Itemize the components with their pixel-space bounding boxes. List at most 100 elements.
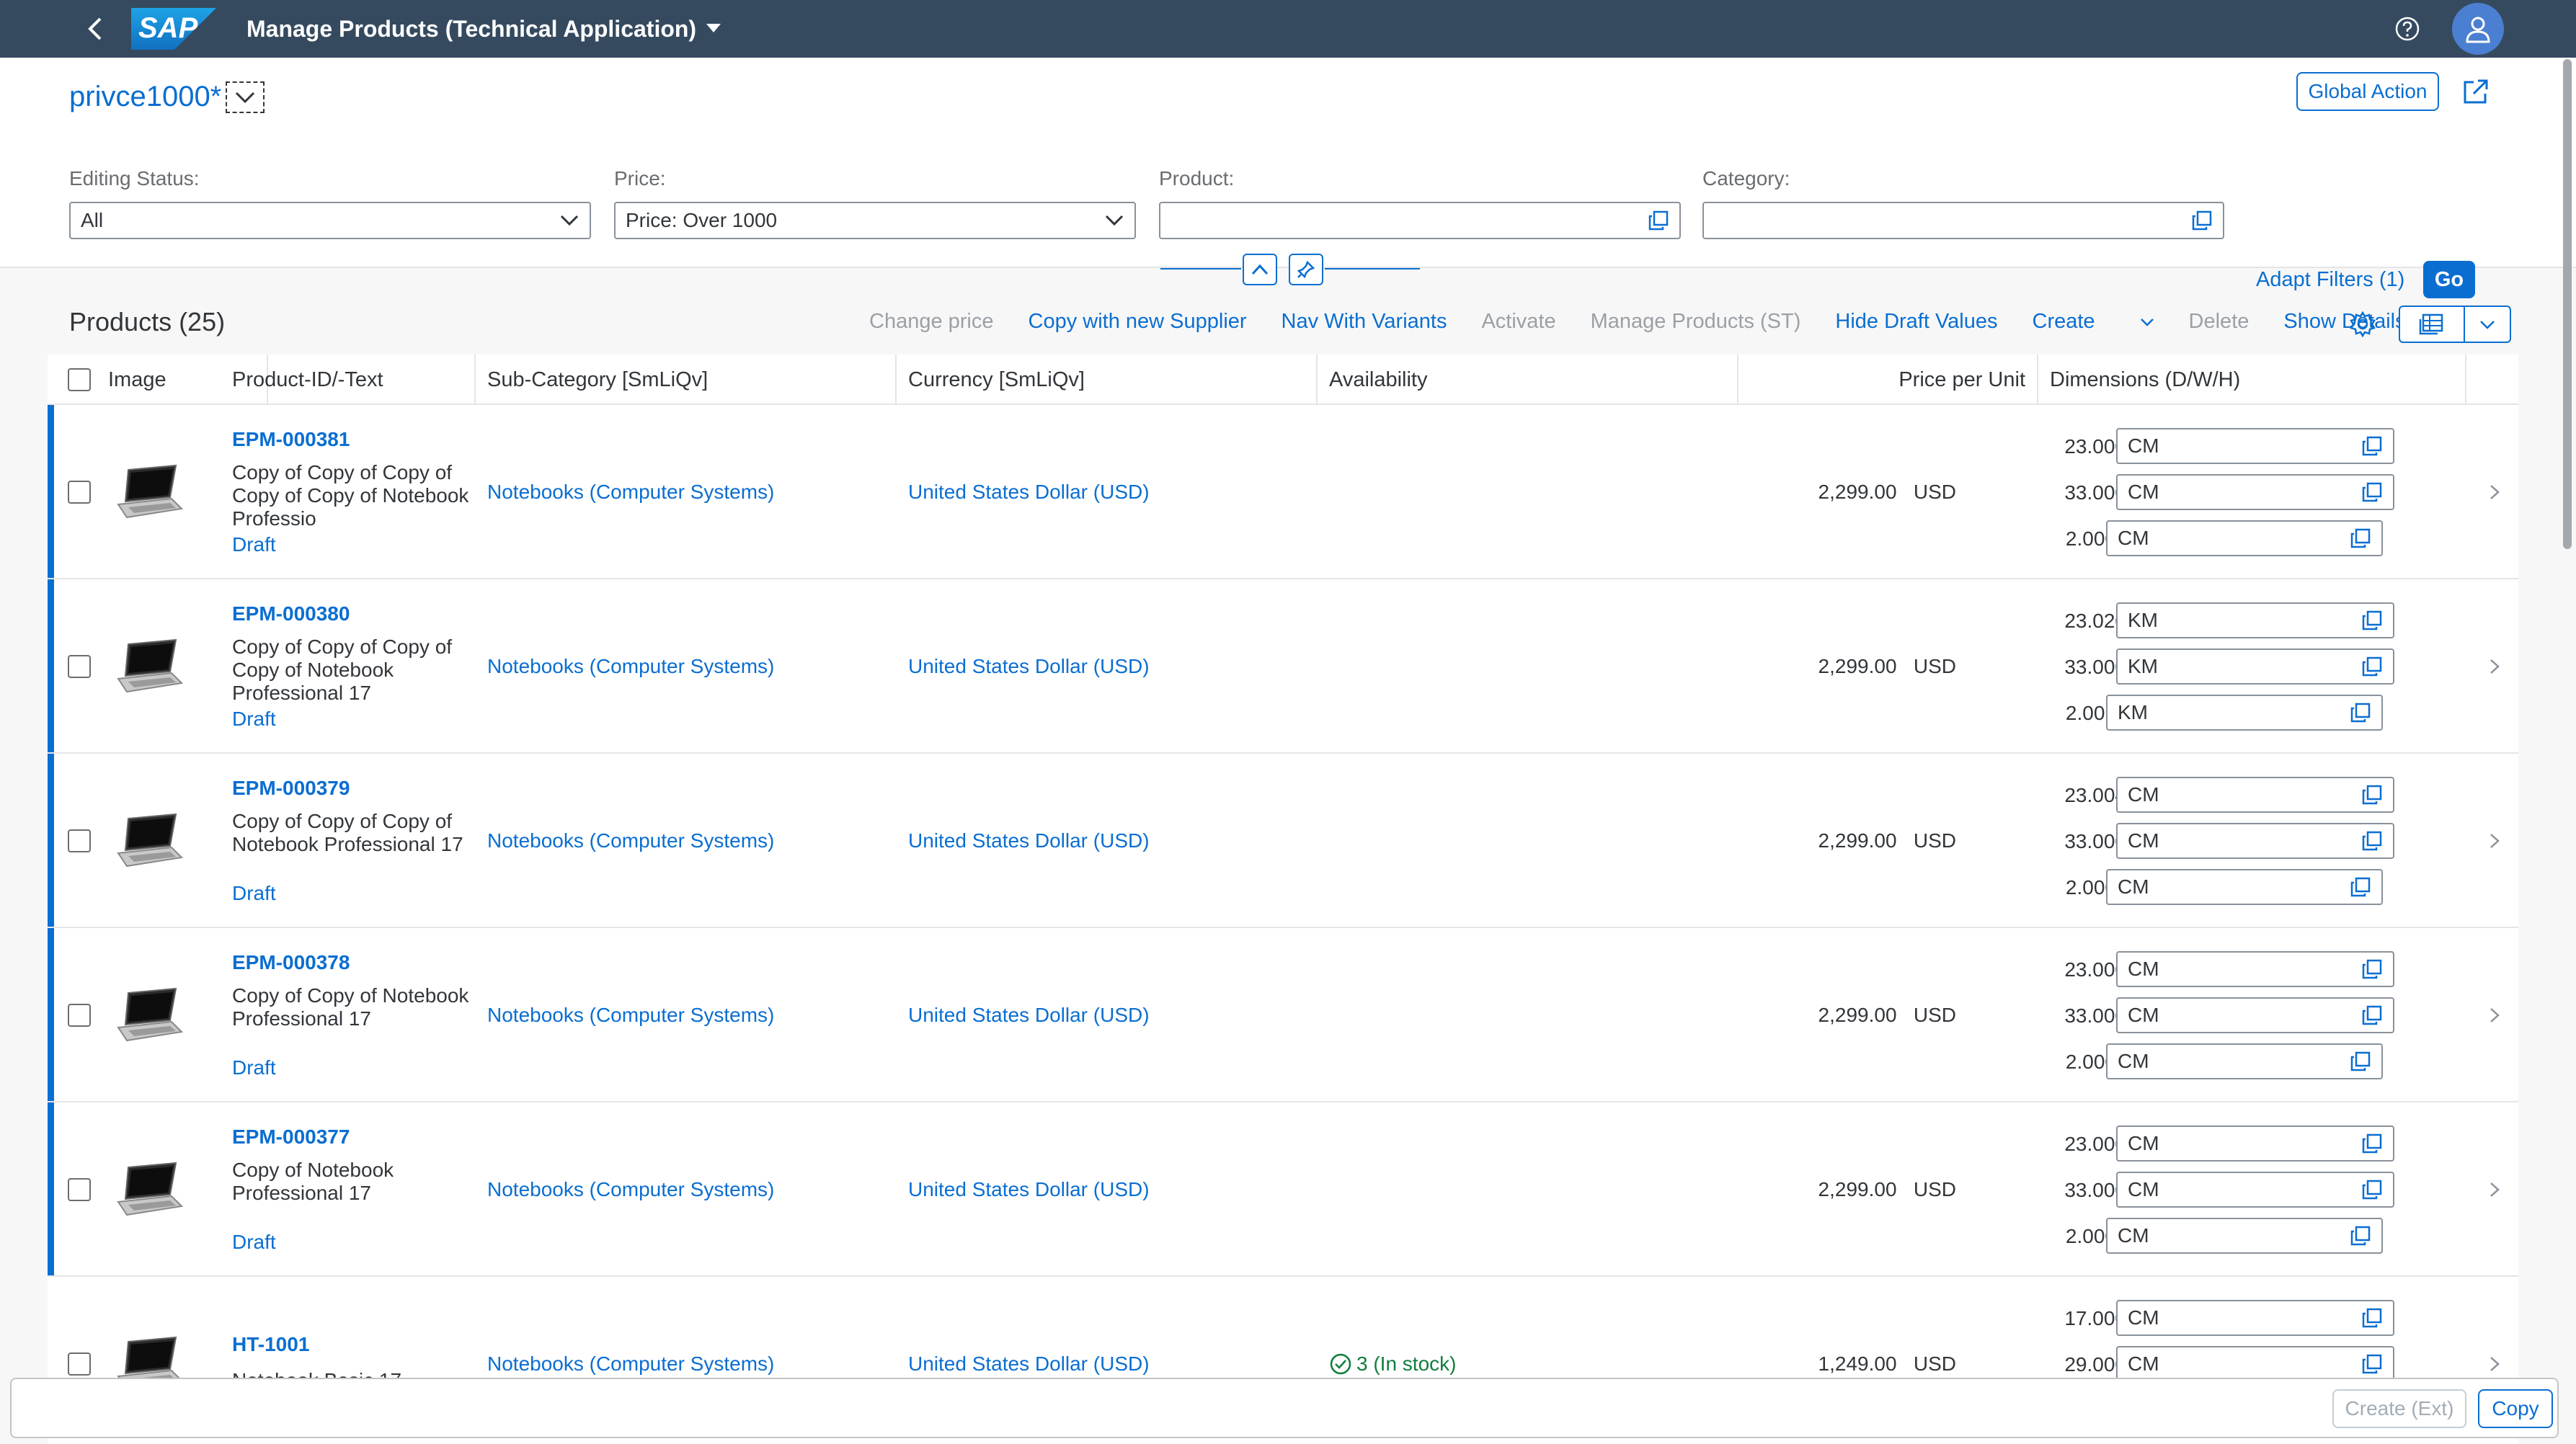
value-help-icon[interactable] <box>2361 1133 2383 1154</box>
row-navigation-button[interactable] <box>2484 1004 2505 1026</box>
nav-with-variants-button[interactable]: Nav With Variants <box>1282 310 1447 334</box>
hide-draft-values-button[interactable]: Hide Draft Values <box>1835 310 1997 334</box>
currency-link[interactable]: United States Dollar (USD) <box>908 829 1150 852</box>
select-all-checkbox[interactable] <box>68 368 91 391</box>
column-header-availability[interactable]: Availability <box>1318 355 1738 405</box>
subcategory-link[interactable]: Notebooks (Computer Systems) <box>487 655 774 678</box>
dimension-unit-input[interactable]: KM <box>2116 602 2394 638</box>
price-select[interactable]: Price: Over 1000 <box>614 202 1136 239</box>
row-checkbox[interactable] <box>68 655 91 678</box>
draft-status-link[interactable]: Draft <box>232 708 276 731</box>
user-avatar-button[interactable] <box>2452 3 2504 55</box>
value-help-icon[interactable] <box>2361 656 2383 677</box>
draft-status-link[interactable]: Draft <box>232 533 276 556</box>
adapt-filters-button[interactable]: Adapt Filters (1) <box>2256 268 2404 292</box>
currency-link[interactable]: United States Dollar (USD) <box>908 1352 1150 1376</box>
dimension-unit-input[interactable]: CM <box>2116 1126 2394 1162</box>
show-details-button[interactable]: Show Details <box>2283 310 2405 334</box>
export-main[interactable] <box>2400 307 2465 342</box>
row-checkbox[interactable] <box>68 1178 91 1201</box>
dimension-unit-input[interactable]: CM <box>2116 1172 2394 1208</box>
value-help-icon[interactable] <box>2361 1307 2383 1329</box>
subcategory-link[interactable]: Notebooks (Computer Systems) <box>487 829 774 852</box>
row-navigation-button[interactable] <box>2484 1353 2505 1375</box>
app-title-menu[interactable]: Manage Products (Technical Application) <box>247 16 721 43</box>
dimension-unit-input[interactable]: CM <box>2116 997 2394 1033</box>
currency-link[interactable]: United States Dollar (USD) <box>908 481 1150 504</box>
table-row[interactable]: EPM-000379 Copy of Copy of Copy of Notebo… <box>48 754 2518 928</box>
dimension-unit-input[interactable]: CM <box>2116 823 2394 859</box>
draft-status-link[interactable]: Draft <box>232 882 276 905</box>
dimension-unit-input[interactable]: CM <box>2106 1043 2383 1079</box>
draft-status-link[interactable]: Draft <box>232 1056 276 1079</box>
subcategory-link[interactable]: Notebooks (Computer Systems) <box>487 1352 774 1376</box>
change-price-button[interactable]: Change price <box>869 310 994 334</box>
dimension-unit-input[interactable]: CM <box>2106 869 2383 905</box>
dimension-unit-input[interactable]: KM <box>2106 695 2383 731</box>
table-row[interactable]: EPM-000380 Copy of Copy of Copy of Copy o… <box>48 579 2518 754</box>
value-help-icon[interactable] <box>2361 958 2383 980</box>
copy-with-new-supplier-button[interactable]: Copy with new Supplier <box>1029 310 1247 334</box>
go-button[interactable]: Go <box>2423 261 2475 298</box>
editing-status-select[interactable]: All <box>69 202 591 239</box>
subcategory-link[interactable]: Notebooks (Computer Systems) <box>487 481 774 504</box>
row-navigation-button[interactable] <box>2484 830 2505 852</box>
row-navigation-button[interactable] <box>2484 656 2505 677</box>
currency-link[interactable]: United States Dollar (USD) <box>908 655 1150 678</box>
column-header-price[interactable]: Price per Unit <box>1738 355 2038 405</box>
product-id-link[interactable]: EPM-000378 <box>232 951 350 974</box>
dimension-unit-input[interactable]: KM <box>2116 649 2394 685</box>
currency-link[interactable]: United States Dollar (USD) <box>908 1178 1150 1201</box>
create-ext-button[interactable]: Create (Ext) <box>2332 1389 2466 1428</box>
value-help-icon[interactable] <box>2361 830 2383 852</box>
category-input[interactable] <box>1702 202 2224 239</box>
row-navigation-button[interactable] <box>2484 1179 2505 1200</box>
subcategory-link[interactable]: Notebooks (Computer Systems) <box>487 1178 774 1201</box>
column-header-currency[interactable]: Currency [SmLiQv] <box>897 355 1318 405</box>
value-help-icon[interactable] <box>2361 435 2383 457</box>
global-action-button[interactable]: Global Action <box>2296 72 2439 111</box>
value-help-icon[interactable] <box>2361 784 2383 806</box>
collapse-header-button[interactable] <box>1243 254 1277 285</box>
value-help-icon[interactable] <box>2350 1225 2371 1247</box>
activate-button[interactable]: Activate <box>1481 310 1555 334</box>
value-help-icon[interactable] <box>2191 210 2213 231</box>
value-help-icon[interactable] <box>2350 876 2371 898</box>
table-row[interactable]: EPM-000378 Copy of Copy of Notebook Profe… <box>48 928 2518 1102</box>
dimension-unit-input[interactable]: CM <box>2106 520 2383 556</box>
variant-dropdown-button[interactable] <box>226 81 265 113</box>
table-row[interactable]: EPM-000377 Copy of Notebook Professional … <box>48 1102 2518 1277</box>
value-help-icon[interactable] <box>2350 527 2371 549</box>
value-help-icon[interactable] <box>2361 1004 2383 1026</box>
value-help-icon[interactable] <box>2361 610 2383 631</box>
dimension-unit-input[interactable]: CM <box>2116 428 2394 464</box>
column-header-subcategory[interactable]: Sub-Category [SmLiQv] <box>476 355 897 405</box>
dimension-unit-input[interactable]: CM <box>2116 777 2394 813</box>
column-header-dimensions[interactable]: Dimensions (D/W/H) <box>2038 355 2466 405</box>
variant-name[interactable]: privce1000* <box>69 81 221 113</box>
back-button[interactable] <box>74 7 117 50</box>
copy-button[interactable]: Copy <box>2478 1389 2553 1428</box>
draft-status-link[interactable]: Draft <box>232 1231 276 1254</box>
page-scrollbar[interactable] <box>2563 59 2572 549</box>
dimension-unit-input[interactable]: CM <box>2116 474 2394 510</box>
product-id-link[interactable]: EPM-000380 <box>232 602 350 625</box>
delete-button[interactable]: Delete <box>2189 310 2249 334</box>
table-row[interactable]: EPM-000381 Copy of Copy of Copy of Copy o… <box>48 405 2518 579</box>
manage-products-st-button[interactable]: Manage Products (ST) <box>1591 310 1801 334</box>
value-help-icon[interactable] <box>2361 1179 2383 1200</box>
create-menu-button[interactable]: Create <box>2033 310 2154 334</box>
row-navigation-button[interactable] <box>2484 481 2505 503</box>
currency-link[interactable]: United States Dollar (USD) <box>908 1004 1150 1027</box>
export-dropdown[interactable] <box>2465 307 2510 342</box>
product-input[interactable] <box>1159 202 1681 239</box>
product-id-link[interactable]: EPM-000379 <box>232 777 350 800</box>
column-header-product[interactable]: Product-ID/-Text <box>221 355 476 405</box>
value-help-icon[interactable] <box>2361 481 2383 503</box>
row-checkbox[interactable] <box>68 1004 91 1027</box>
dimension-unit-input[interactable]: CM <box>2116 1346 2394 1382</box>
product-id-link[interactable]: EPM-000377 <box>232 1126 350 1149</box>
value-help-icon[interactable] <box>2350 1051 2371 1072</box>
dimension-unit-input[interactable]: CM <box>2116 1300 2394 1336</box>
help-button[interactable] <box>2393 14 2422 43</box>
